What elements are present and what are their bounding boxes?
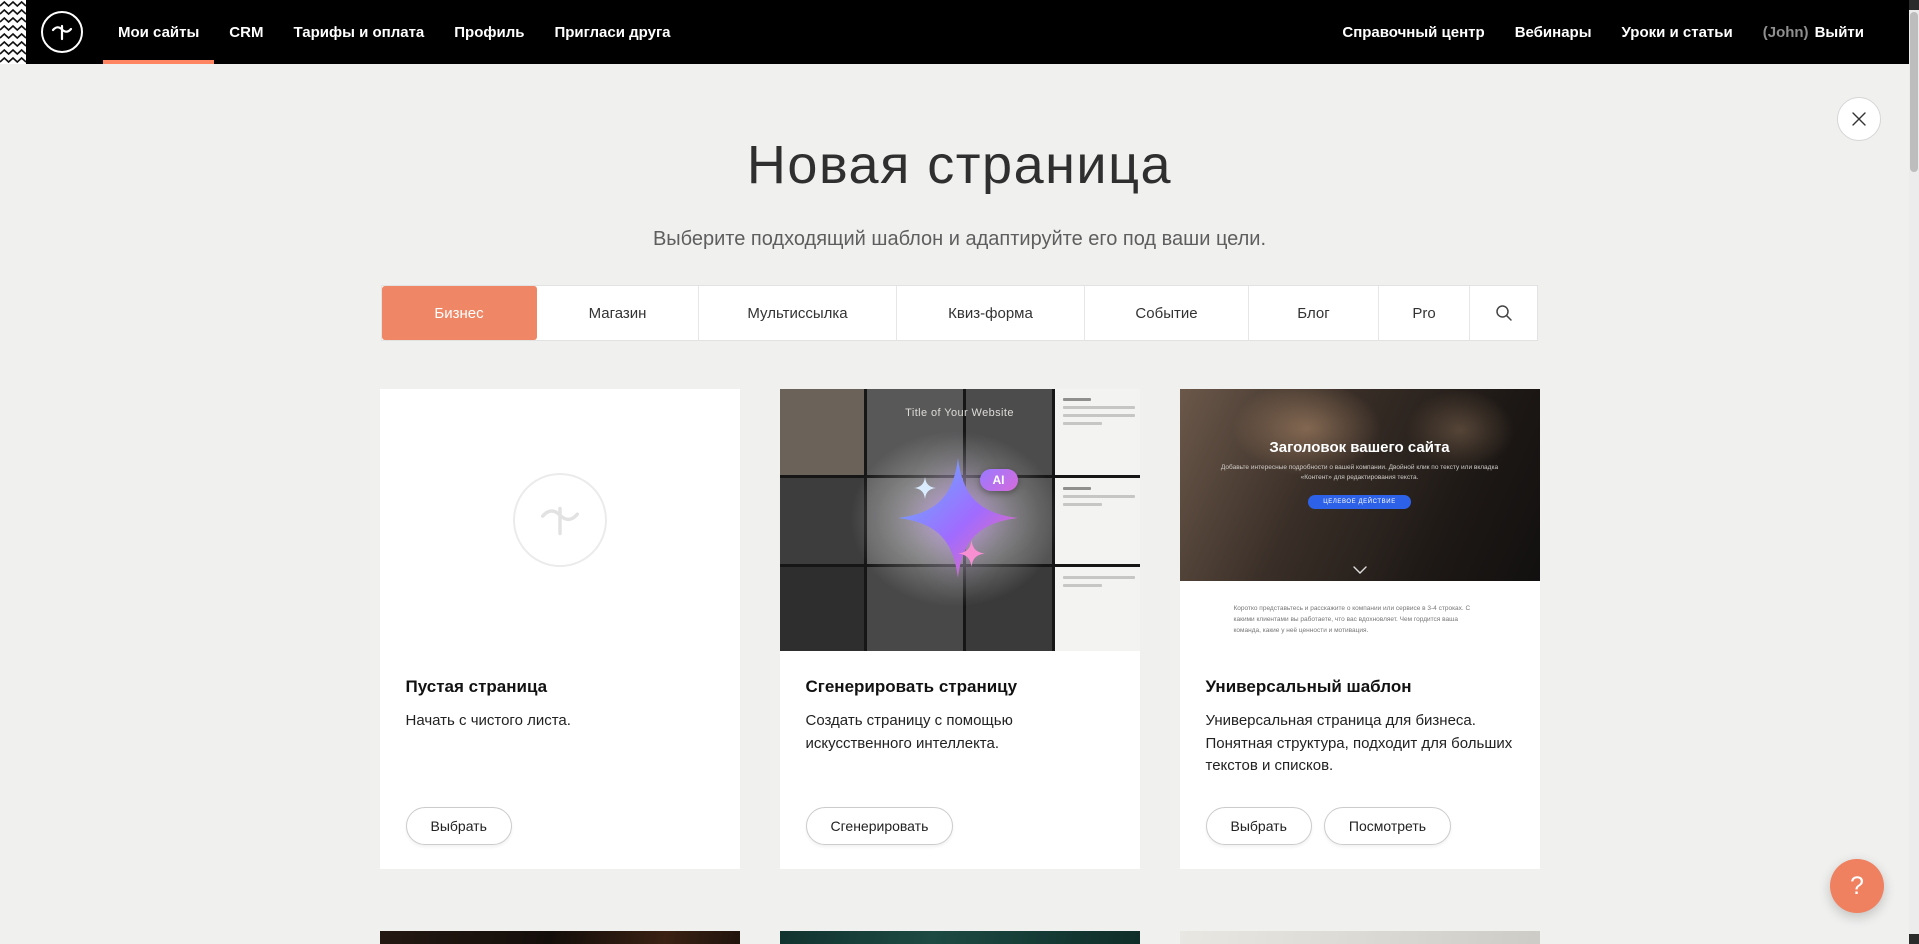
template-card-partial-1[interactable] [380,931,740,944]
chevron-down-icon [1353,566,1367,574]
tab-shop[interactable]: Магазин [537,286,699,340]
logout-label: Выйти [1815,24,1864,41]
blank-page-preview[interactable] [380,389,740,651]
mosaic-website-title: Title of Your Website [780,407,1140,419]
tab-event[interactable]: Событие [1085,286,1249,340]
card-description: Универсальная страница для бизнеса. Поня… [1206,710,1514,778]
card-title: Сгенерировать страницу [806,677,1114,697]
card-description: Создать страницу с помощью искусственног… [806,710,1114,755]
page-title: Новая страница [0,134,1919,196]
vertical-scrollbar[interactable] [1909,0,1919,944]
small-sparkle-icon [958,540,985,567]
template-hero-title: Заголовок вашего сайта [1269,439,1449,456]
navbar-right-menu: Справочный центр Вебинары Уроки и статьи… [1327,0,1879,64]
template-card-blank-page: Пустая страница Начать с чистого листа. … [380,389,740,869]
tilda-dashboard: Мои сайты CRM Тарифы и оплата Профиль Пр… [0,0,1919,944]
close-icon [1851,111,1867,127]
small-sparkle-icon [914,477,936,499]
card-body: Сгенерировать страницу Создать страницу … [780,651,1140,869]
close-button[interactable] [1837,97,1881,141]
nav-tariffs[interactable]: Тарифы и оплата [278,0,439,64]
template-hero-section: Заголовок вашего сайта Добавьте интересн… [1180,389,1540,581]
nav-logout[interactable]: (John) Выйти [1748,0,1879,64]
tab-search[interactable] [1470,286,1537,340]
nav-crm[interactable]: CRM [214,0,278,64]
universal-template-preview[interactable]: Заголовок вашего сайта Добавьте интересн… [1180,389,1540,651]
help-button[interactable]: ? [1830,859,1884,913]
tab-business[interactable]: Бизнес [382,286,537,340]
card-body: Пустая страница Начать с чистого листа. … [380,651,740,869]
card-title: Универсальный шаблон [1206,677,1514,697]
top-navbar: Мои сайты CRM Тарифы и оплата Профиль Пр… [0,0,1919,64]
template-body-text: Коротко представьтесь и расскажите о ком… [1234,603,1486,636]
template-cards-row-2 [380,931,1540,944]
ai-badge: AI [980,469,1018,491]
navbar-left-menu: Мои сайты CRM Тарифы и оплата Профиль Пр… [103,0,686,64]
template-card-universal: Заголовок вашего сайта Добавьте интересн… [1180,389,1540,869]
template-card-partial-2[interactable] [780,931,1140,944]
template-cards-row-1: Пустая страница Начать с чистого листа. … [380,389,1540,869]
tab-quiz-form[interactable]: Квиз-форма [897,286,1085,340]
card-description: Начать с чистого листа. [406,710,714,733]
tilda-zigzag-pattern [0,0,26,64]
template-hero-subtitle: Добавьте интересные подробности о вашей … [1216,463,1504,484]
scroll-up-arrow[interactable] [1909,0,1919,10]
template-category-tabs: Бизнес Магазин Мультиссылка Квиз-форма С… [381,285,1538,341]
nav-lessons-articles[interactable]: Уроки и статьи [1607,0,1748,64]
scroll-down-arrow[interactable] [1909,934,1919,944]
ai-generate-preview[interactable]: Title of Your Website [780,389,1140,651]
card-actions: Выбрать Посмотреть [1206,807,1514,845]
logout-username: (John) [1763,24,1809,41]
page-subtitle: Выберите подходящий шаблон и адаптируйте… [0,228,1919,251]
tilda-logo-icon [49,19,75,45]
preview-universal-button[interactable]: Посмотреть [1324,807,1451,845]
template-hero-button: Целевое действие [1308,495,1411,509]
nav-invite-friend[interactable]: Пригласи друга [539,0,685,64]
tilda-watermark-icon [513,473,607,567]
scrollbar-thumb[interactable] [1910,12,1918,172]
tab-blog[interactable]: Блог [1249,286,1379,340]
nav-profile[interactable]: Профиль [439,0,539,64]
template-card-ai-generate: Title of Your Website [780,389,1140,869]
generate-button[interactable]: Сгенерировать [806,807,954,845]
select-blank-button[interactable]: Выбрать [406,807,512,845]
template-card-partial-3[interactable] [1180,931,1540,944]
select-universal-button[interactable]: Выбрать [1206,807,1312,845]
nav-my-sites[interactable]: Мои сайты [103,0,214,64]
nav-webinars[interactable]: Вебинары [1500,0,1607,64]
template-text-section: Коротко представьтесь и расскажите о ком… [1180,581,1540,636]
card-actions: Выбрать [406,807,714,845]
search-icon [1495,304,1513,322]
card-actions: Сгенерировать [806,807,1114,845]
tab-multilink[interactable]: Мультиссылка [699,286,897,340]
nav-help-center[interactable]: Справочный центр [1327,0,1499,64]
card-body: Универсальный шаблон Универсальная стран… [1180,651,1540,869]
card-title: Пустая страница [406,677,714,697]
tab-pro[interactable]: Pro [1379,286,1470,340]
tilda-logo[interactable] [41,11,83,53]
